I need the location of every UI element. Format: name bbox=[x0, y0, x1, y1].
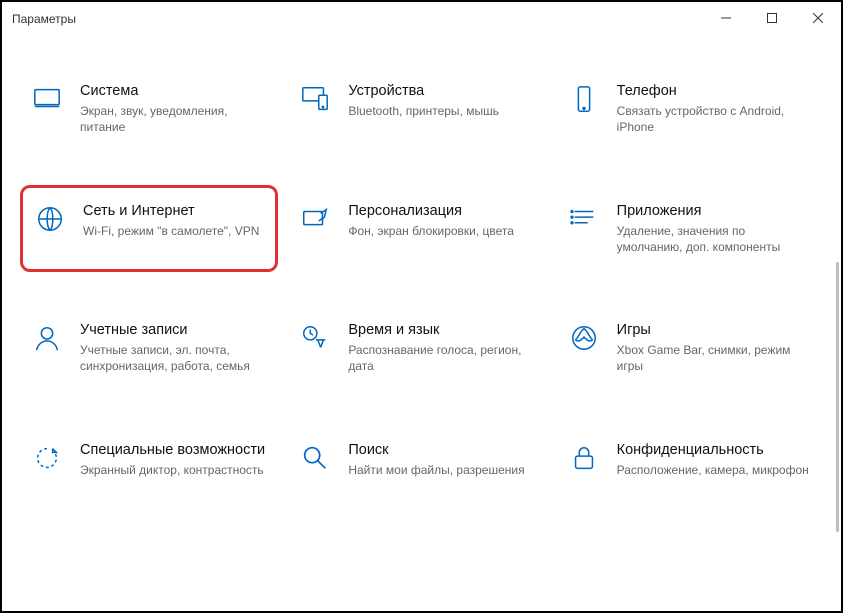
tile-title: Приложения bbox=[617, 202, 809, 220]
tile-desc: Xbox Game Bar, снимки, режим игры bbox=[617, 342, 809, 374]
tile-desc: Расположение, камера, микрофон bbox=[617, 462, 809, 478]
tile-title: Игры bbox=[617, 321, 809, 339]
titlebar: Параметры bbox=[2, 2, 841, 34]
tile-accounts[interactable]: Учетные записи Учетные записи, эл. почта… bbox=[20, 313, 278, 383]
tile-phone[interactable]: Телефон Связать устройство с Android, iP… bbox=[557, 74, 815, 144]
tile-desc: Wi-Fi, режим "в самолете", VPN bbox=[83, 223, 269, 239]
phone-icon bbox=[567, 82, 601, 116]
search-icon bbox=[298, 441, 332, 475]
system-icon bbox=[30, 82, 64, 116]
personalization-icon bbox=[298, 202, 332, 236]
tile-title: Система bbox=[80, 82, 272, 100]
window-controls bbox=[703, 3, 841, 33]
tile-desc: Экран, звук, уведомления, питание bbox=[80, 103, 272, 135]
close-button[interactable] bbox=[795, 3, 841, 33]
tile-desc: Удаление, значения по умолчанию, доп. ко… bbox=[617, 223, 809, 255]
tile-desc: Фон, экран блокировки, цвета bbox=[348, 223, 540, 239]
tile-apps[interactable]: Приложения Удаление, значения по умолчан… bbox=[557, 194, 815, 264]
tile-desc: Распознавание голоса, регион, дата bbox=[348, 342, 540, 374]
devices-icon bbox=[298, 82, 332, 116]
tile-search[interactable]: Поиск Найти мои файлы, разрешения bbox=[288, 433, 546, 486]
ease-of-access-icon bbox=[30, 441, 64, 475]
network-icon bbox=[33, 202, 67, 236]
tile-system[interactable]: Система Экран, звук, уведомления, питани… bbox=[20, 74, 278, 144]
privacy-icon bbox=[567, 441, 601, 475]
apps-icon bbox=[567, 202, 601, 236]
minimize-button[interactable] bbox=[703, 3, 749, 33]
content-area: Система Экран, звук, уведомления, питани… bbox=[2, 34, 835, 611]
tile-title: Сеть и Интернет bbox=[83, 202, 269, 220]
scrollbar[interactable] bbox=[836, 262, 839, 532]
settings-window: Параметры Система bbox=[0, 0, 843, 613]
tile-title: Персонализация bbox=[348, 202, 540, 220]
tile-title: Время и язык bbox=[348, 321, 540, 339]
tile-desc: Экранный диктор, контрастность bbox=[80, 462, 272, 478]
tile-desc: Связать устройство с Android, iPhone bbox=[617, 103, 809, 135]
tile-title: Учетные записи bbox=[80, 321, 272, 339]
tile-ease-of-access[interactable]: Специальные возможности Экранный диктор,… bbox=[20, 433, 278, 486]
tile-title: Телефон bbox=[617, 82, 809, 100]
tile-desc: Найти мои файлы, разрешения bbox=[348, 462, 540, 478]
tile-personalization[interactable]: Персонализация Фон, экран блокировки, цв… bbox=[288, 194, 546, 264]
tile-title: Поиск bbox=[348, 441, 540, 459]
settings-grid: Система Экран, звук, уведомления, питани… bbox=[20, 74, 815, 486]
tile-network[interactable]: Сеть и Интернет Wi-Fi, режим "в самолете… bbox=[20, 185, 278, 273]
tile-time-language[interactable]: Время и язык Распознавание голоса, регио… bbox=[288, 313, 546, 383]
maximize-button[interactable] bbox=[749, 3, 795, 33]
accounts-icon bbox=[30, 321, 64, 355]
tile-title: Устройства bbox=[348, 82, 540, 100]
tile-title: Специальные возможности bbox=[80, 441, 272, 459]
tile-gaming[interactable]: Игры Xbox Game Bar, снимки, режим игры bbox=[557, 313, 815, 383]
tile-desc: Учетные записи, эл. почта, синхронизация… bbox=[80, 342, 272, 374]
tile-title: Конфиденциальность bbox=[617, 441, 809, 459]
gaming-icon bbox=[567, 321, 601, 355]
tile-devices[interactable]: Устройства Bluetooth, принтеры, мышь bbox=[288, 74, 546, 144]
time-language-icon bbox=[298, 321, 332, 355]
tile-privacy[interactable]: Конфиденциальность Расположение, камера,… bbox=[557, 433, 815, 486]
tile-desc: Bluetooth, принтеры, мышь bbox=[348, 103, 540, 119]
window-title: Параметры bbox=[12, 10, 76, 26]
